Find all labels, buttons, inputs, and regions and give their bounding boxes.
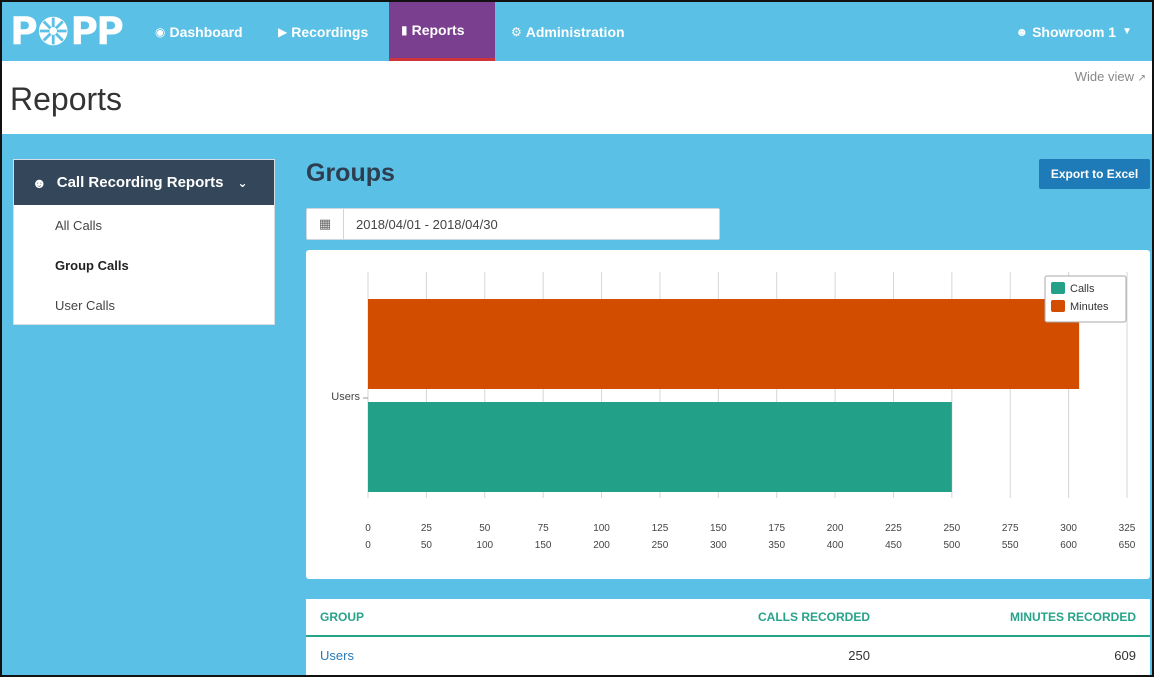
user-icon: ☻ bbox=[1015, 24, 1029, 39]
cell-minutes: 609 bbox=[1114, 647, 1136, 663]
sidebar-item-user-calls[interactable]: User Calls bbox=[14, 285, 274, 325]
user-menu[interactable]: ☻ Showroom 1 ▼ bbox=[1003, 2, 1144, 61]
legend-label-calls: Calls bbox=[1070, 283, 1095, 295]
sidebar-item-all-calls[interactable]: All Calls bbox=[14, 205, 274, 245]
x-tick-label-primary: 50 bbox=[479, 523, 491, 534]
gear-icon: ⚙ bbox=[511, 24, 522, 39]
user-name: Showroom 1 bbox=[1032, 23, 1117, 40]
nav-reports[interactable]: ▮ Reports bbox=[389, 2, 495, 61]
x-tick-label-primary: 325 bbox=[1119, 523, 1136, 534]
user-icon: ☻ bbox=[32, 174, 47, 191]
legend-swatch-calls bbox=[1051, 282, 1065, 294]
wide-view-link[interactable]: Wide view ↗ bbox=[1075, 69, 1146, 84]
x-tick-label-secondary: 600 bbox=[1060, 540, 1077, 551]
x-tick-label-primary: 150 bbox=[710, 523, 727, 534]
dashboard-icon: ◉ bbox=[155, 24, 166, 39]
sidebar-header[interactable]: ☻ Call Recording Reports ⌄ bbox=[14, 160, 274, 205]
page-header: Reports Wide view ↗ bbox=[2, 61, 1152, 134]
logo-letter-p2: P bbox=[70, 9, 98, 53]
x-tick-label-primary: 250 bbox=[944, 523, 961, 534]
x-tick-label-secondary: 550 bbox=[1002, 540, 1019, 551]
sidebar-item-label: Group Calls bbox=[55, 257, 129, 273]
x-tick-label-primary: 175 bbox=[768, 523, 785, 534]
nav-administration-label: Administration bbox=[525, 23, 625, 40]
x-tick-label-secondary: 500 bbox=[944, 540, 961, 551]
logo-letter-p3: P bbox=[96, 9, 124, 53]
page-title: Reports bbox=[10, 81, 123, 117]
x-tick-label-secondary: 400 bbox=[827, 540, 844, 551]
cell-calls: 250 bbox=[848, 647, 870, 663]
x-tick-label-secondary: 450 bbox=[885, 540, 902, 551]
cell-group[interactable]: Users bbox=[320, 648, 595, 663]
play-square-icon: ▶ bbox=[278, 24, 288, 39]
wide-view-label: Wide view bbox=[1074, 69, 1134, 84]
table-row: Users 250 609 bbox=[306, 637, 1150, 673]
x-tick-label-secondary: 250 bbox=[652, 540, 669, 551]
x-tick-label-secondary: 50 bbox=[421, 540, 433, 551]
x-tick-label-primary: 225 bbox=[885, 523, 902, 534]
expand-icon: ↗ bbox=[1137, 73, 1146, 84]
sidebar: ☻ Call Recording Reports ⌄ All Calls Gro… bbox=[13, 159, 275, 325]
x-tick-label-primary: 125 bbox=[652, 523, 669, 534]
sidebar-item-label: All Calls bbox=[55, 217, 102, 233]
date-range-picker[interactable]: ▦ bbox=[306, 208, 720, 240]
sidebar-item-label: User Calls bbox=[55, 297, 115, 313]
nav-dashboard[interactable]: ◉ Dashboard bbox=[143, 2, 255, 61]
x-tick-label-primary: 25 bbox=[421, 523, 433, 534]
x-tick-label-secondary: 200 bbox=[593, 540, 610, 551]
x-tick-label-secondary: 650 bbox=[1119, 540, 1136, 551]
bar-chart: Users 0 25 50 75 100 125 150 175 200 225 250 275 300 3… bbox=[331, 272, 1136, 551]
x-tick-label-secondary: 100 bbox=[476, 540, 493, 551]
sidebar-item-group-calls[interactable]: Group Calls bbox=[14, 245, 274, 285]
header-calls-recorded[interactable]: CALLS RECORDED bbox=[595, 610, 870, 624]
x-tick-label-primary: 275 bbox=[1002, 523, 1019, 534]
popp-logo[interactable]: P P P bbox=[10, 9, 124, 53]
x-tick-label-primary: 0 bbox=[365, 523, 371, 534]
x-tick-label-secondary: 0 bbox=[365, 540, 371, 551]
sidebar-title: Call Recording Reports bbox=[56, 174, 224, 191]
legend-swatch-minutes bbox=[1051, 300, 1065, 312]
bar-minutes-users bbox=[368, 299, 1080, 389]
nav-recordings[interactable]: ▶ Recordings bbox=[266, 2, 380, 61]
x-tick-label-secondary: 300 bbox=[710, 540, 727, 551]
x-tick-label-secondary: 350 bbox=[768, 540, 785, 551]
nav-administration[interactable]: ⚙ Administration bbox=[499, 2, 637, 61]
nav-dashboard-label: Dashboard bbox=[169, 23, 243, 40]
bar-chart-icon: ▮ bbox=[401, 23, 408, 37]
section-title: Groups bbox=[306, 159, 395, 187]
groups-table: GROUP CALLS RECORDED MINUTES RECORDED Us… bbox=[306, 599, 1150, 675]
x-tick-label-primary: 200 bbox=[827, 523, 844, 534]
x-tick-label-secondary: 150 bbox=[535, 540, 552, 551]
calendar-icon[interactable]: ▦ bbox=[307, 209, 344, 239]
top-navbar: P P P ◉ Dashboard ▶ Recordings ▮ Reports… bbox=[2, 2, 1152, 61]
date-range-input[interactable] bbox=[344, 209, 714, 239]
x-tick-label-primary: 100 bbox=[593, 523, 610, 534]
export-to-excel-button[interactable]: Export to Excel bbox=[1039, 159, 1150, 189]
legend-label-minutes: Minutes bbox=[1070, 301, 1109, 313]
category-label: Users bbox=[331, 391, 360, 403]
x-tick-label-primary: 300 bbox=[1060, 523, 1077, 534]
nav-recordings-label: Recordings bbox=[291, 23, 369, 40]
caret-down-icon: ▼ bbox=[1122, 26, 1132, 37]
x-tick-label-primary: 75 bbox=[538, 523, 550, 534]
nav-reports-label: Reports bbox=[411, 22, 465, 38]
header-group[interactable]: GROUP bbox=[320, 610, 595, 624]
chart-card: Users 0 25 50 75 100 125 150 175 200 225 250 275 300 3… bbox=[306, 250, 1150, 579]
table-header: GROUP CALLS RECORDED MINUTES RECORDED bbox=[306, 599, 1150, 637]
header-minutes-recorded[interactable]: MINUTES RECORDED bbox=[870, 610, 1136, 624]
bar-calls-users bbox=[368, 402, 952, 492]
logo-letter-p: P bbox=[10, 9, 38, 53]
chevron-down-icon: ⌄ bbox=[237, 175, 248, 190]
logo-snowflake-icon bbox=[38, 16, 68, 46]
